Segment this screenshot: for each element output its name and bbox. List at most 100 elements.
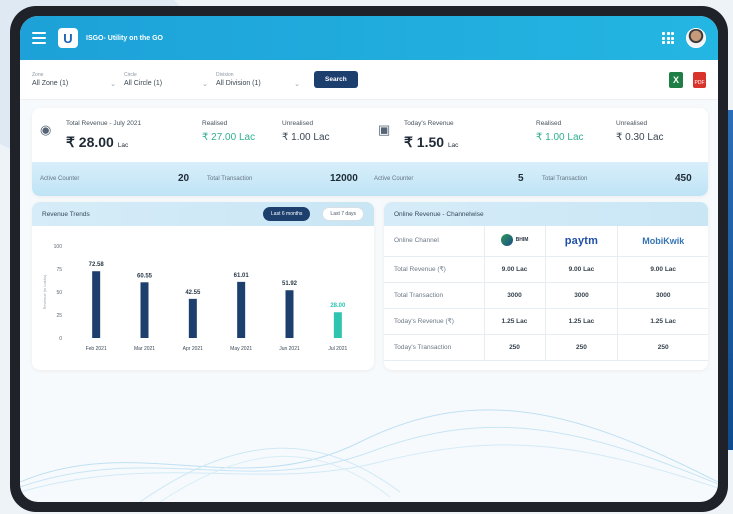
table-row: Today's Revenue (₹) 1.25 Lac 1.25 Lac 1.…: [384, 308, 708, 335]
bhim-label: BHIM: [515, 236, 529, 243]
active-counter-label: Active Counter: [40, 176, 80, 182]
y-tick-label: 0: [59, 336, 62, 342]
monthly-revenue-panel: ◉ Total Revenue - July 2021 ₹ 28.00 Lac …: [32, 108, 370, 196]
unrealised-column: Unrealised ₹ 1.00 Lac: [282, 120, 330, 143]
monthly-revenue-unit: Lac: [117, 142, 129, 149]
channel-mobikwik: MobiKwik: [617, 226, 708, 257]
circle-select[interactable]: Circle All Circle (1) ⌄: [124, 72, 214, 88]
apps-grid-icon[interactable]: [662, 32, 674, 44]
unrealised-amount: ₹ 1.00 Lac: [282, 132, 330, 143]
today-realised-column: Realised ₹ 1.00 Lac: [536, 120, 584, 143]
stage: U ISGO- Utility on the GO Zone All Zone …: [0, 0, 733, 514]
online-revenue-card: Online Revenue - Channelwise Online Chan…: [384, 202, 708, 370]
x-tick-label: Jul 2021: [328, 346, 347, 352]
x-tick-label: Apr 2021: [183, 346, 204, 352]
x-tick-label: Mar 2021: [134, 346, 155, 352]
zone-value: All Zone (1): [32, 80, 69, 87]
hamburger-menu-icon[interactable]: [32, 32, 46, 44]
monthly-revenue-title: Total Revenue - July 2021: [66, 120, 142, 127]
row-label: Total Transaction: [384, 282, 485, 309]
y-tick-label: 100: [54, 244, 63, 250]
bar: [333, 312, 342, 338]
row-label: Today's Revenue (₹): [384, 308, 485, 335]
table-cell: 9.00 Lac: [617, 256, 708, 283]
channel-header-row: Online Channel BHIM paytm MobiKwik: [384, 226, 708, 257]
app-title: ISGO- Utility on the GO: [86, 34, 163, 42]
today-realised-label: Realised: [536, 120, 562, 127]
today-revenue-title: Today's Revenue: [404, 120, 454, 127]
channel-header-label: Online Channel: [384, 226, 485, 257]
realised-label: Realised: [202, 120, 228, 127]
table-cell: 1.25 Lac: [484, 308, 546, 335]
table-row: Total Revenue (₹) 9.00 Lac 9.00 Lac 9.00…: [384, 256, 708, 283]
monthly-revenue-amount: ₹ 28.00 Lac: [66, 134, 128, 151]
top-bar: U ISGO- Utility on the GO: [20, 16, 718, 60]
bar: [92, 271, 101, 338]
x-tick-label: Jun 2021: [279, 346, 300, 352]
table-cell: 9.00 Lac: [484, 256, 546, 283]
y-tick-label: 75: [56, 267, 62, 273]
filter-bar: Zone All Zone (1) ⌄ Circle All Circle (1…: [20, 60, 718, 100]
search-button[interactable]: Search: [314, 71, 358, 88]
channel-paytm: paytm: [545, 226, 619, 257]
chevron-down-icon: ⌄: [294, 81, 300, 88]
table-cell: 9.00 Lac: [545, 256, 619, 283]
total-transaction-value: 12000: [330, 173, 358, 184]
bhim-logo-icon: [500, 233, 513, 246]
unrealised-label: Unrealised: [282, 120, 314, 127]
division-value: All Division (1): [216, 80, 261, 87]
table-cell: 1.25 Lac: [545, 308, 619, 335]
today-unrealised-amount: ₹ 0.30 Lac: [616, 132, 664, 143]
app-logo: U: [58, 28, 78, 48]
realised-column: Realised ₹ 27.00 Lac: [202, 120, 255, 143]
revenue-trends-card: Revenue Trends Last 6 months Last 7 days…: [32, 202, 374, 370]
bar: [188, 298, 197, 338]
chevron-down-icon: ⌄: [110, 81, 116, 88]
revenue-trends-header: Revenue Trends Last 6 months Last 7 days: [32, 202, 374, 226]
today-total-transaction-value: 450: [675, 173, 692, 184]
total-transaction-label: Total Transaction: [207, 176, 253, 182]
realised-amount: ₹ 27.00 Lac: [202, 132, 256, 143]
online-revenue-title: Online Revenue - Channelwise: [394, 210, 484, 218]
table-row: Today's Transaction 250 250 250: [384, 334, 708, 361]
tablet-frame: U ISGO- Utility on the GO Zone All Zone …: [10, 6, 728, 512]
table-cell: 250: [484, 334, 546, 361]
online-revenue-header: Online Revenue - Channelwise: [384, 202, 708, 226]
row-label: Today's Transaction: [384, 334, 485, 361]
excel-export-icon[interactable]: X: [669, 71, 683, 88]
bar-value-label: 51.92: [282, 281, 298, 287]
bar-value-label: 72.58: [89, 262, 105, 268]
y-tick-label: 25: [56, 313, 62, 319]
table-cell: 3000: [617, 282, 708, 309]
division-select[interactable]: Division All Division (1) ⌄: [216, 72, 306, 88]
today-revenue-unit: Lac: [447, 142, 459, 149]
revenue-summary-card: ◉ Total Revenue - July 2021 ₹ 28.00 Lac …: [32, 108, 708, 196]
circle-label: Circle: [124, 72, 137, 78]
table-cell: 250: [545, 334, 619, 361]
channel-bhim: BHIM: [484, 226, 546, 257]
table-cell: 3000: [545, 282, 619, 309]
today-total-transaction-label: Total Transaction: [542, 176, 588, 182]
chevron-down-icon: ⌄: [202, 81, 208, 88]
bar-value-label: 60.55: [137, 273, 153, 279]
decorative-waves: [20, 409, 718, 502]
today-revenue-panel: ▣ Today's Revenue ₹ 1.50 Lac Realised ₹ …: [370, 108, 708, 196]
screen: U ISGO- Utility on the GO Zone All Zone …: [20, 16, 718, 502]
bar-value-label: 28.00: [330, 303, 346, 309]
bar: [285, 290, 294, 338]
last-6-months-toggle[interactable]: Last 6 months: [263, 207, 311, 221]
channel-table: Online Channel BHIM paytm MobiKwik Total…: [384, 226, 708, 361]
last-7-days-toggle[interactable]: Last 7 days: [322, 207, 364, 221]
pdf-export-icon[interactable]: PDF: [693, 71, 706, 88]
paytm-logo: paytm: [564, 234, 599, 247]
avatar[interactable]: [686, 28, 706, 48]
bar-value-label: 42.55: [185, 290, 201, 296]
today-revenue-amount: ₹ 1.50 Lac: [404, 134, 458, 151]
y-tick-label: 50: [56, 290, 62, 296]
rupee-hand-icon: ◉: [40, 122, 52, 137]
table-cell: 250: [617, 334, 708, 361]
bar-value-label: 61.01: [234, 273, 250, 279]
zone-select[interactable]: Zone All Zone (1) ⌄: [32, 72, 122, 88]
division-label: Division: [216, 72, 234, 78]
x-tick-label: Feb 2021: [86, 346, 107, 352]
